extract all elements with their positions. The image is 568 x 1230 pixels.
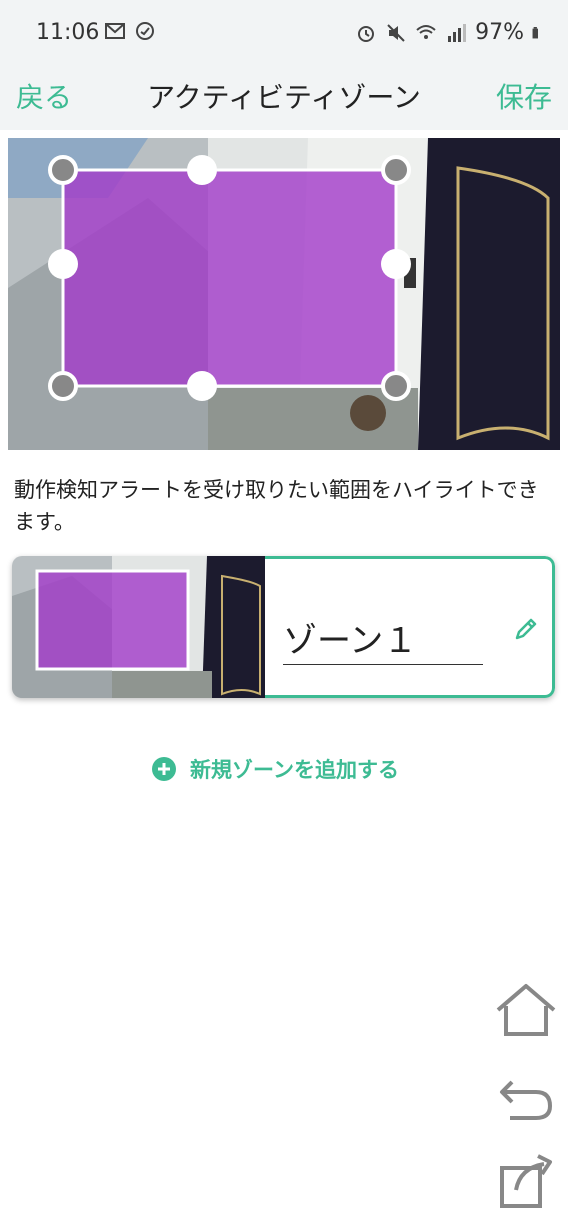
- camera-preview: [8, 138, 560, 450]
- zone-thumbnail: [12, 556, 265, 698]
- handle-bottom-right[interactable]: [381, 371, 411, 401]
- handle-bottom-left[interactable]: [48, 371, 78, 401]
- handle-middle-left[interactable]: [48, 249, 78, 279]
- floating-nav: [492, 978, 560, 1230]
- add-zone-button[interactable]: 新規ゾーンを追加する: [150, 754, 399, 784]
- alarm-icon: [358, 25, 375, 42]
- handle-top-right[interactable]: [381, 155, 411, 185]
- status-bar: 11:06 97%: [0, 0, 568, 56]
- handle-bottom-center[interactable]: [187, 371, 217, 401]
- hint-text: 動作検知アラートを受け取りたい範囲をハイライトできます。: [14, 478, 539, 534]
- handle-middle-right[interactable]: [381, 249, 411, 279]
- undo-icon[interactable]: [492, 1062, 560, 1130]
- battery-icon: [532, 26, 538, 38]
- sync-icon: [136, 22, 154, 40]
- add-zone-label: 新規ゾーンを追加する: [190, 758, 399, 782]
- zone-card[interactable]: ゾーン１: [12, 556, 555, 698]
- app-header: 戻る アクティビティゾーン 保存: [0, 56, 568, 130]
- battery-percent: 97%: [475, 20, 524, 45]
- handle-top-center[interactable]: [187, 155, 217, 185]
- mute-icon: [387, 23, 405, 42]
- wifi-icon: [416, 24, 436, 39]
- signal-icon: [448, 23, 467, 42]
- home-icon[interactable]: [492, 978, 560, 1046]
- activity-zone-area[interactable]: [61, 168, 398, 388]
- page-title: アクティビティゾーン: [147, 81, 421, 114]
- save-button[interactable]: 保存: [496, 76, 552, 116]
- handle-top-left[interactable]: [48, 155, 78, 185]
- status-time: 11:06: [36, 20, 100, 45]
- plus-circle-icon: [152, 757, 176, 781]
- pencil-icon[interactable]: [512, 615, 540, 643]
- camera-image: [8, 138, 560, 450]
- share-icon[interactable]: [492, 1146, 560, 1214]
- zone-name[interactable]: ゾーン１: [283, 613, 483, 665]
- zone-details: ゾーン１: [265, 556, 555, 698]
- gmail-icon: [105, 23, 125, 39]
